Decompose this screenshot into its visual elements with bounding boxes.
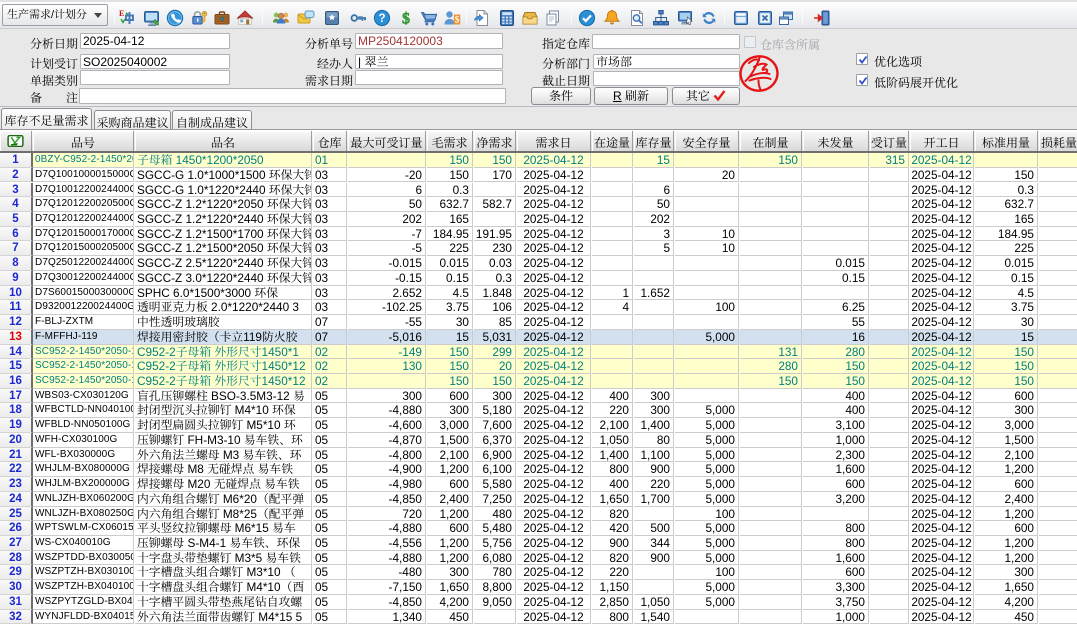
svg-text:$: $	[455, 15, 460, 26]
svg-text:?: ?	[378, 13, 385, 25]
svg-text:E: E	[119, 9, 124, 18]
svg-text:$: $	[402, 11, 410, 28]
